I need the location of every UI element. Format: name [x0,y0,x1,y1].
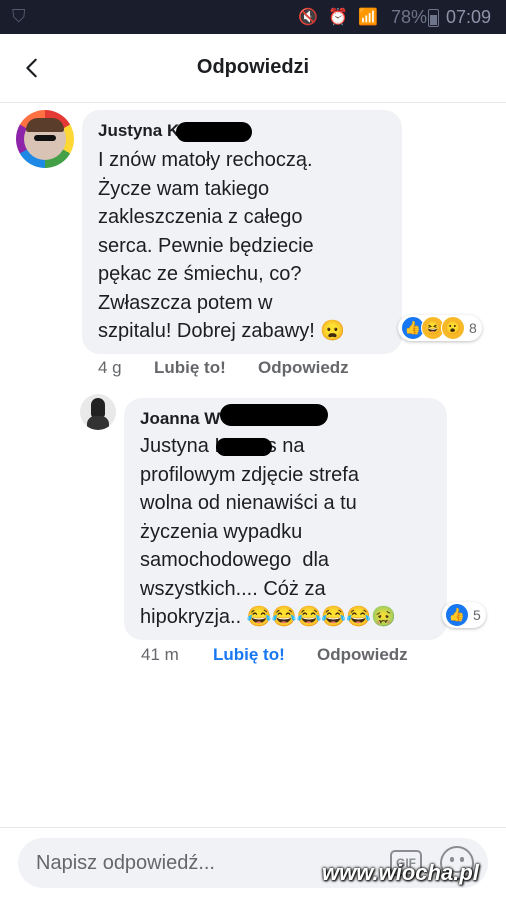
watermark: www.wiocha.pl [322,860,479,885]
mute-icon: 🔇 [298,9,319,26]
alarm-icon: ⏰ [328,9,349,26]
avatar[interactable] [80,394,116,430]
reaction-summary[interactable]: 👍 😆 😮 8 [398,315,482,341]
comment-author[interactable]: Joanna W [140,409,220,429]
shield-icon: ⛉ [12,6,26,26]
reply-button[interactable]: Odpowiedz [317,645,408,665]
status-icons: 🔇 ⏰ 📶 [298,7,378,27]
comment-time: 41 m [141,645,179,664]
header: Odpowiedzi [0,34,506,103]
redaction-mark [216,438,272,456]
comment-actions: 41 m Lubię to! Odpowiedz [141,645,408,665]
reaction-summary[interactable]: 👍 5 [442,602,486,628]
page-title: Odpowiedzi [196,56,310,78]
like-button[interactable]: Lubię to! [154,358,258,378]
reply-button[interactable]: Odpowiedz [258,358,349,378]
wow-reaction-icon: 😮 [441,316,465,340]
comment-author[interactable]: Justyna K [98,121,179,141]
comment-text: I znów matoły rechoczą. Życze wam takieg… [98,149,346,342]
battery-icon [428,9,439,27]
like-button[interactable]: Lubię to! [213,645,317,665]
battery-percent: 78% [391,7,428,27]
clock: 07:09 [446,7,492,27]
reaction-count: 5 [473,607,481,623]
comment-text: Justyna K s na profilowym zdjęcie strefa… [140,435,397,628]
avatar[interactable] [16,110,74,168]
comment-actions: 4 g Lubię to! Odpowiedz [98,358,349,378]
wifi-icon: 📶 [358,9,378,26]
reaction-count: 8 [469,320,477,336]
redaction-mark [176,122,252,142]
comment-bubble[interactable]: Joanna W Justyna K s na profilowym zdjęc… [124,398,447,640]
comment-time: 4 g [98,358,122,377]
comment-bubble[interactable]: Justyna K I znów matoły rechoczą. Życze … [82,110,402,354]
status-bar: ⛉ 🔇 ⏰ 📶 78% 07:09 [0,0,506,34]
redaction-mark [220,404,328,426]
like-reaction-icon: 👍 [445,603,469,627]
